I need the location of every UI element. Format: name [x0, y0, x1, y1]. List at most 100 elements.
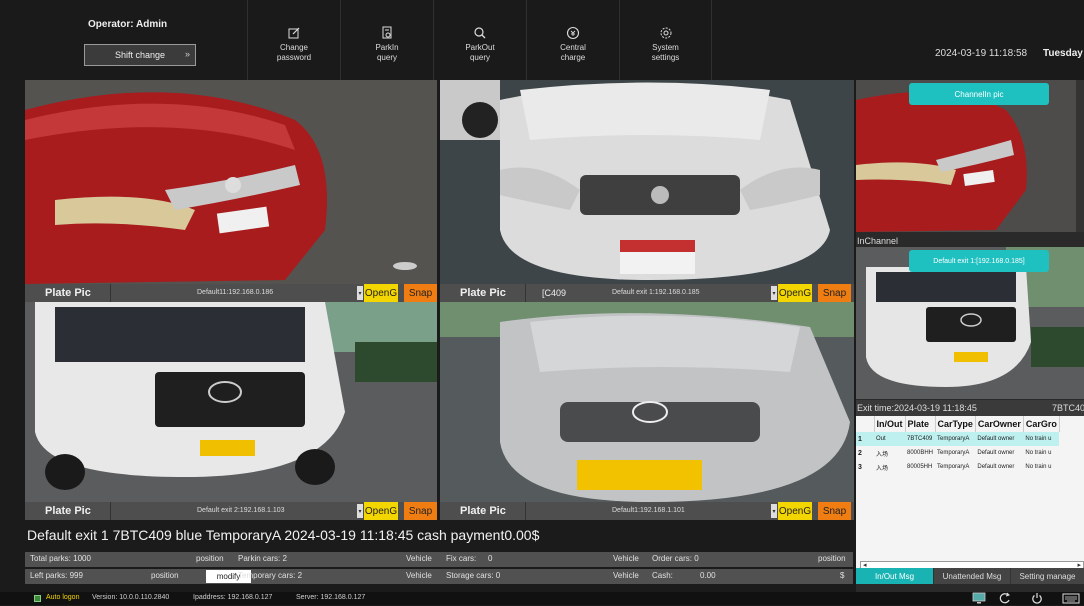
camera-2-open-gate-button[interactable]: OpenG — [778, 284, 812, 302]
position-label: position — [818, 554, 846, 563]
current-weekday: Tuesday — [1043, 48, 1083, 59]
dropdown-arrow-icon[interactable]: ▾ — [771, 504, 777, 518]
default-exit-button[interactable]: Default exit 1:[192.168.0.185] — [909, 250, 1049, 272]
camera-3-plate-label: Plate Pic — [45, 505, 91, 517]
parkin-query-icon — [382, 26, 392, 39]
camera-1-label-bar: Plate Pic Default11:192.168.0.186 ▾ Open… — [25, 284, 437, 302]
exit-time: Exit time:2024-03-19 11:18:45 — [857, 403, 977, 413]
camera-1-snap-button[interactable]: Snap — [404, 284, 437, 302]
camera-2-snap-button[interactable]: Snap — [818, 284, 851, 302]
camera-4-snap-button[interactable]: Snap — [818, 502, 851, 520]
cell-owner: Default owner — [975, 432, 1024, 446]
tab-inout-msg[interactable]: In/Out Msg — [856, 568, 933, 584]
table-header-carowner[interactable]: CarOwner — [975, 416, 1024, 432]
ipaddress-text: Ipaddress: 192.168.0.127 — [193, 594, 273, 601]
server-text: Server: 192.168.0.127 — [296, 594, 366, 601]
position-label: position — [151, 571, 179, 580]
order-cars: Order cars: 0 — [652, 554, 699, 563]
vehicle-label: Vehicle — [613, 554, 639, 563]
cell-plate: 8000BHH — [907, 450, 934, 456]
camera-view-4[interactable] — [440, 302, 854, 502]
cell-group: No train u — [1023, 432, 1060, 446]
table-row[interactable]: 1 Out 7BTC409 TemporaryA Default owner N… — [856, 432, 1060, 446]
camera-4-open-gate-button[interactable]: OpenG — [778, 502, 812, 520]
cell-inout: 入场 — [876, 465, 889, 472]
status-bar: Auto logon Version: 10.0.0.110.2840 Ipad… — [0, 592, 1084, 605]
gear-icon — [660, 27, 671, 39]
keyboard-icon[interactable] — [1062, 592, 1080, 604]
row-index: 2 — [858, 449, 862, 457]
fix-cars-value: 0 — [488, 554, 493, 563]
row-index: 1 — [856, 432, 874, 446]
last-event-info: Default exit 1 7BTC409 blue TemporaryA 2… — [27, 527, 540, 543]
power-icon[interactable] — [1030, 592, 1044, 604]
table-row[interactable]: 2 入场 8000BHH TemporaryA Default owner No… — [856, 446, 1059, 460]
refresh-icon[interactable] — [998, 592, 1012, 604]
shift-change-button[interactable]: Shift change » — [84, 44, 196, 66]
table-header-inout[interactable]: In/Out — [874, 416, 906, 432]
monitor-icon[interactable] — [972, 592, 986, 604]
system-settings-button[interactable]: System settings — [619, 0, 712, 80]
cell-cartype: TemporaryA — [937, 450, 970, 456]
stats-row-2: Left parks: 999 position modify Temporar… — [25, 569, 853, 584]
camera-1-ip: Default11:192.168.0.186 — [197, 289, 274, 296]
change-password-button[interactable]: Change password — [247, 0, 340, 80]
parkin-query-button[interactable]: ParkIn query — [340, 0, 433, 80]
camera-2-image — [440, 80, 854, 284]
table-header-cartype[interactable]: CarType — [935, 416, 976, 432]
exit-time-bar: Exit time:2024-03-19 11:18:45 7BTC40 — [856, 400, 1084, 416]
change-password-label: Change password — [276, 43, 312, 62]
camera-2-label-bar: Plate Pic [C409 Default exit 1:192.168.0… — [440, 284, 854, 302]
camera-2-plate-text: [C409 — [542, 288, 567, 298]
cash-value: 0.00 — [700, 571, 716, 580]
vehicle-label: Vehicle — [406, 554, 432, 563]
table-header-index — [856, 416, 875, 432]
temporary-cars: Temporary cars: 2 — [238, 571, 303, 580]
tab-setting-manage[interactable]: Setting manage — [1010, 568, 1084, 584]
edit-icon — [288, 27, 300, 39]
dropdown-arrow-icon[interactable]: ▾ — [357, 504, 363, 518]
table-header-cargroup[interactable]: CarGro — [1023, 416, 1060, 432]
camera-3-image — [25, 302, 437, 502]
cell-inout: 入场 — [876, 451, 889, 458]
vehicle-label: Vehicle — [406, 571, 432, 580]
central-charge-button[interactable]: Central charge — [526, 0, 619, 80]
camera-view-3[interactable] — [25, 302, 437, 502]
camera-1-open-gate-button[interactable]: OpenG — [364, 284, 398, 302]
left-parks: Left parks: 999 — [30, 571, 83, 580]
cell-plate: 7BTC409 — [905, 432, 936, 446]
position-label: position — [196, 554, 224, 563]
dropdown-arrow-icon[interactable]: ▾ — [357, 286, 363, 300]
camera-4-image — [440, 302, 854, 502]
tab-unattended-msg[interactable]: Unattended Msg — [933, 568, 1010, 584]
camera-3-open-gate-button[interactable]: OpenG — [364, 502, 398, 520]
camera-3-snap-button[interactable]: Snap — [404, 502, 437, 520]
parkout-query-button[interactable]: ParkOut query — [433, 0, 526, 80]
fix-cars-label: Fix cars: — [446, 554, 477, 563]
camera-2-plate-label: Plate Pic — [460, 287, 506, 299]
camera-1-plate-label: Plate Pic — [45, 287, 91, 299]
stats-row-1: Total parks: 1000 position Parkin cars: … — [25, 552, 853, 567]
camera-3-label-bar: Plate Pic Default exit 2:192.168.1.103 ▾… — [25, 502, 437, 520]
camera-4-label-bar: Plate Pic Default1:192.168.1.101 ▾ OpenG… — [440, 502, 854, 520]
camera-3-ip: Default exit 2:192.168.1.103 — [197, 507, 285, 514]
table-header-plate[interactable]: Plate — [905, 416, 936, 432]
channel-in-pic-button[interactable]: ChannelIn pic — [909, 83, 1049, 105]
auto-logon-checkbox[interactable] — [34, 595, 41, 602]
cell-inout: Out — [874, 432, 905, 446]
camera-1-image — [25, 80, 437, 284]
vehicle-label: Vehicle — [613, 571, 639, 580]
inout-table: In/Out Plate CarType CarOwner CarGro 1 O… — [856, 416, 1084, 576]
exit-plate: 7BTC40 — [1052, 403, 1084, 413]
camera-view-2[interactable] — [440, 80, 854, 284]
auto-logon-label: Auto logon — [46, 594, 80, 601]
dropdown-arrow-icon[interactable]: ▾ — [771, 286, 777, 300]
table-row[interactable]: 3 入场 80005HH TemporaryA Default owner No… — [856, 460, 1059, 474]
camera-view-1[interactable] — [25, 80, 437, 284]
parkin-query-label: ParkIn query — [375, 43, 399, 62]
inchannel-label: InChannel — [857, 236, 899, 246]
search-icon — [474, 27, 486, 39]
total-parks: Total parks: 1000 — [30, 554, 91, 563]
cash-label: Cash: — [652, 571, 673, 580]
cell-cartype: TemporaryA — [935, 432, 976, 446]
